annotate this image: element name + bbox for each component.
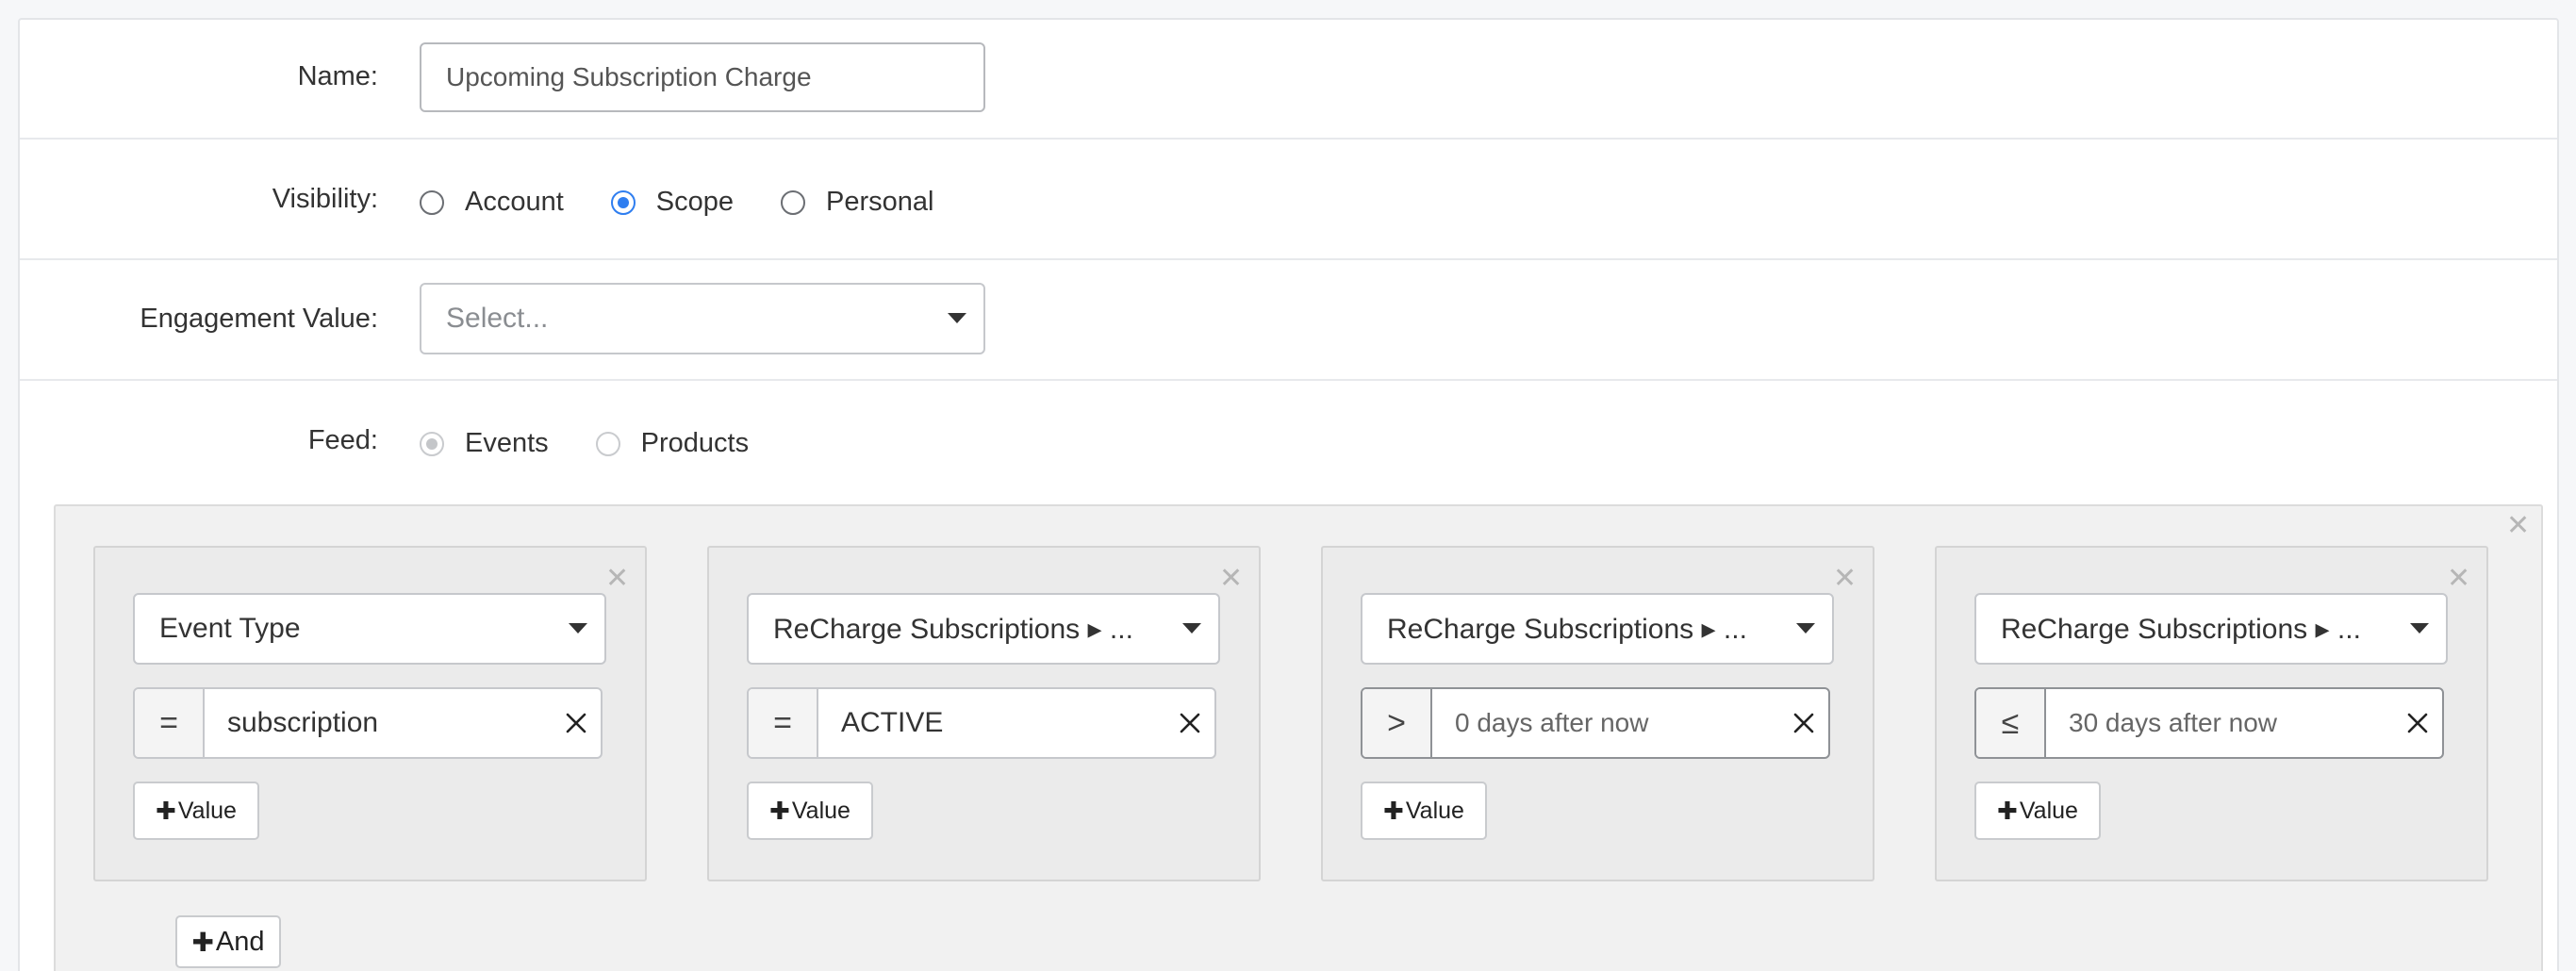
feed-option-events[interactable]: Events [420,428,549,459]
operator-button[interactable]: ≤ [1976,689,2046,757]
condition-value[interactable]: subscription [205,689,552,757]
add-and-button[interactable]: ✚ And [175,915,281,968]
close-icon[interactable]: ✕ [1219,565,1243,593]
radio-label: Personal [826,187,934,217]
chevron-down-icon [569,623,587,634]
radio-button-selected[interactable] [610,189,636,215]
close-icon[interactable]: ✕ [2447,565,2470,593]
visibility-row: Visibility: Account Scope Personal [20,140,2557,260]
feed-row: Feed: Events Products [20,381,2557,485]
chevron-down-icon [2410,623,2429,634]
radio-label: Products [640,428,750,458]
chevron-down-icon [948,313,966,323]
filter-group: ✕ ✕ Event Type = subscription ✚Value ✕ [54,504,2543,971]
field-select-value: ReCharge Subscriptions ▸ ... [1387,613,1747,645]
clear-icon[interactable] [1779,689,1828,757]
radio-button[interactable] [781,189,806,215]
field-select[interactable]: ReCharge Subscriptions ▸ ... [1974,593,2448,665]
filter-card: ✕ Event Type = subscription ✚ Value [93,546,647,881]
add-value-button[interactable]: ✚ Value [1974,782,2101,840]
radio-label: Account [465,187,564,217]
add-and-label: And [215,926,265,957]
operator-button[interactable]: > [1362,689,1432,757]
close-icon[interactable]: ✕ [2506,512,2530,540]
radio-button[interactable] [420,189,444,215]
radio-label: Scope [655,187,735,217]
close-icon[interactable]: ✕ [605,565,629,593]
clear-icon[interactable] [2393,689,2442,757]
visibility-option-scope[interactable]: Scope [610,187,735,218]
field-select-value: Event Type [159,613,301,644]
plus-icon: ✚ [1383,796,1404,825]
engagement-select[interactable]: Select... [420,283,985,354]
add-value-button[interactable]: ✚ Value [1361,782,1487,840]
segment-form: Name: Upcoming Subscription Charge Visib… [18,18,2559,971]
field-select-value: ReCharge Subscriptions ▸ ... [2001,613,2361,645]
add-value-button[interactable]: ✚ Value [747,782,873,840]
field-select[interactable]: ReCharge Subscriptions ▸ ... [1361,593,1834,665]
clear-icon[interactable] [1165,689,1214,757]
plus-icon: ✚ [156,796,176,825]
name-input[interactable]: Upcoming Subscription Charge [420,42,985,112]
add-value-label: Value [791,797,850,824]
plus-icon: ✚ [1997,796,2018,825]
condition-value[interactable]: 30 days after now [2046,689,2393,757]
condition-value[interactable]: ACTIVE [818,689,1165,757]
radio-button-selected[interactable] [420,431,444,456]
radio-label: Events [465,428,549,458]
add-value-label: Value [1405,797,1464,824]
visibility-option-account[interactable]: Account [420,187,564,218]
add-value-label: Value [2019,797,2078,824]
filter-card: ✕ ReCharge Subscriptions ▸ ... > 0 days … [1321,546,1874,881]
condition-row: = ACTIVE [747,687,1216,759]
name-row: Name: Upcoming Subscription Charge [20,20,2557,140]
visibility-radio-group: Account Scope Personal [420,187,982,218]
feed-radio-group: Events Products [420,428,796,459]
engagement-select-placeholder: Select... [446,303,549,334]
field-select-value: ReCharge Subscriptions ▸ ... [773,613,1133,645]
field-select[interactable]: ReCharge Subscriptions ▸ ... [747,593,1220,665]
condition-row: ≤ 30 days after now [1974,687,2444,759]
chevron-down-icon [1796,623,1815,634]
engagement-label: Engagement Value: [140,304,378,334]
add-value-button[interactable]: ✚ Value [133,782,259,840]
clear-icon[interactable] [552,689,601,757]
visibility-label: Visibility: [272,184,378,214]
engagement-row: Engagement Value: Select... [20,260,2557,381]
plus-icon: ✚ [191,927,214,957]
add-value-label: Value [177,797,237,824]
field-select[interactable]: Event Type [133,593,606,665]
chevron-down-icon [1182,623,1201,634]
filter-card: ✕ ReCharge Subscriptions ▸ ... ≤ 30 days… [1935,546,2488,881]
operator-button[interactable]: = [135,689,205,757]
radio-button[interactable] [595,431,620,456]
visibility-option-personal[interactable]: Personal [781,187,934,218]
close-icon[interactable]: ✕ [1833,565,1857,593]
condition-value[interactable]: 0 days after now [1432,689,1779,757]
operator-button[interactable]: = [749,689,818,757]
condition-row: > 0 days after now [1361,687,1830,759]
filter-card: ✕ ReCharge Subscriptions ▸ ... = ACTIVE … [707,546,1261,881]
condition-row: = subscription [133,687,603,759]
feed-option-products[interactable]: Products [595,428,750,459]
feed-label: Feed: [307,425,378,455]
name-label: Name: [297,61,378,91]
plus-icon: ✚ [769,796,790,825]
